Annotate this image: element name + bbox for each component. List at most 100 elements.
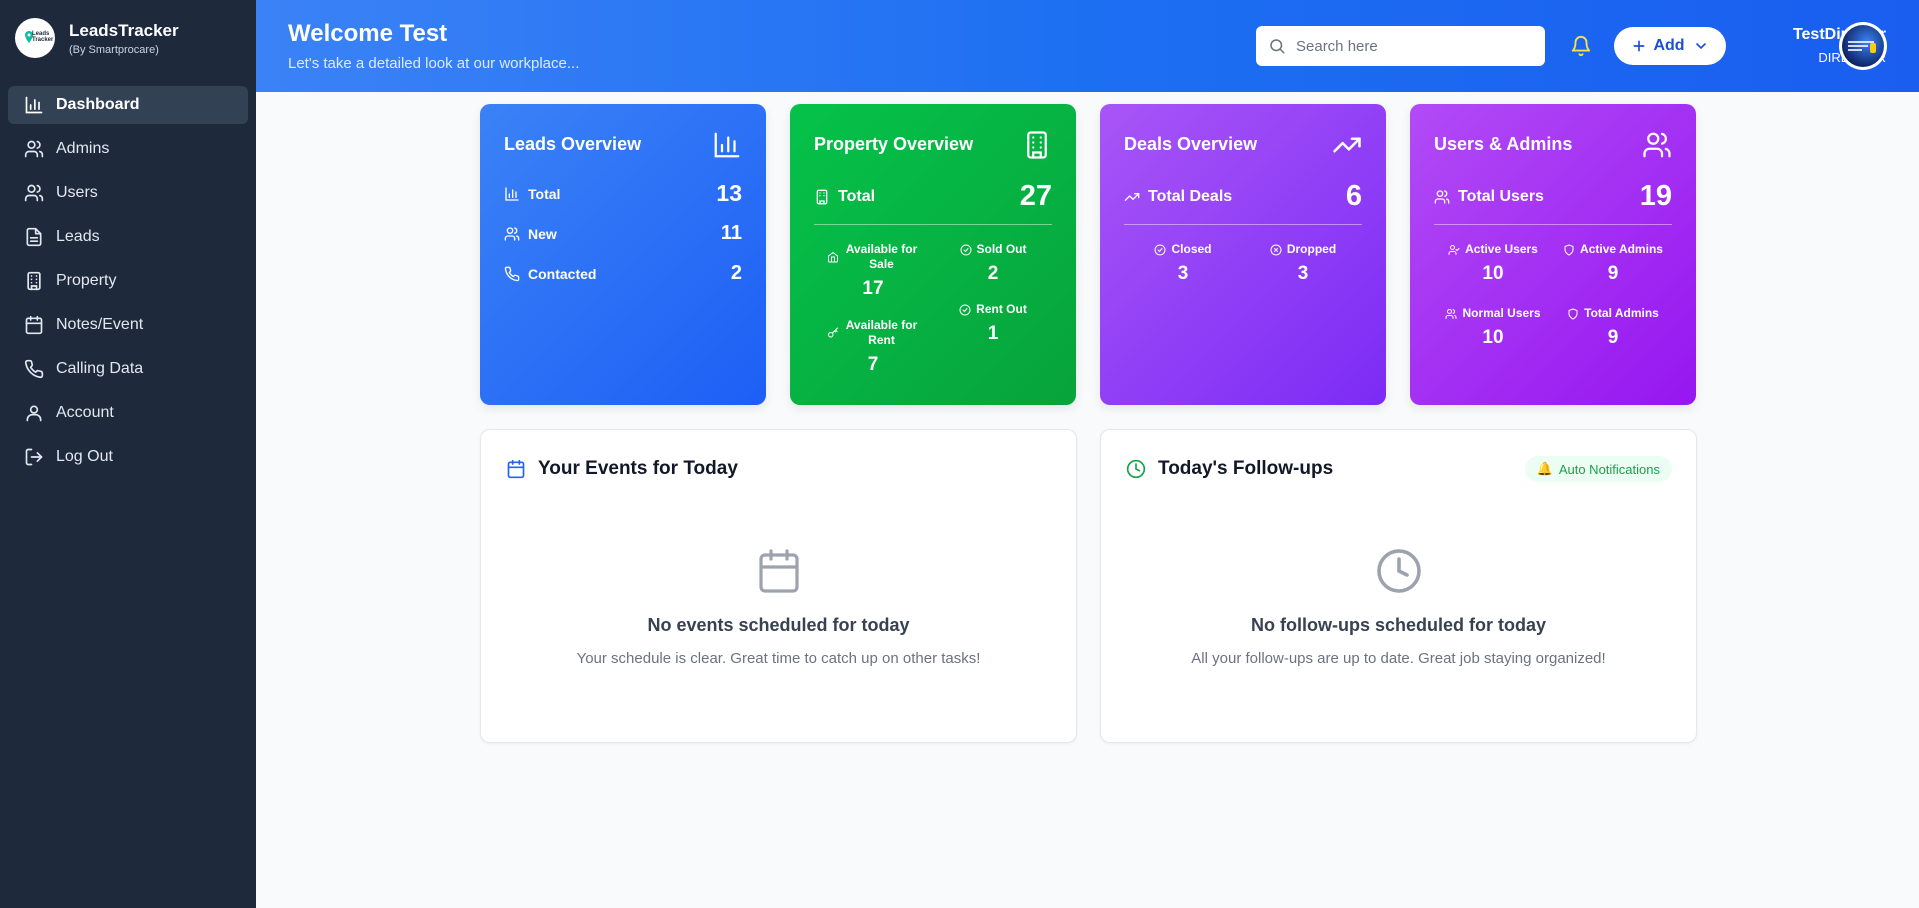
bar-chart-icon <box>714 132 740 158</box>
sidebar-item-label: Users <box>56 184 98 201</box>
x-circle-icon <box>1270 244 1282 255</box>
sidebar-item-notes-event[interactable]: Notes/Event <box>8 306 248 344</box>
sidebar-item-label: Notes/Event <box>56 316 144 333</box>
home-icon <box>827 251 838 263</box>
deals-total-value: 6 <box>1345 180 1362 212</box>
active-admins-value: 9 <box>1607 263 1619 284</box>
card-title: Property Overview <box>814 134 974 154</box>
leads-contacted-label: Contacted <box>528 265 597 282</box>
bell-icon[interactable] <box>1570 35 1592 57</box>
user-icon <box>26 405 42 422</box>
sidebar-item-dashboard[interactable]: Dashboard <box>8 86 248 124</box>
bar-chart-icon <box>505 186 519 201</box>
sidebar-item-account[interactable]: Account <box>8 394 248 432</box>
clock-icon <box>1126 459 1146 479</box>
calendar-empty-icon <box>758 549 799 593</box>
property-sold-label: Sold Out <box>976 242 1027 256</box>
search-input[interactable] <box>1296 37 1536 55</box>
property-total-row: Total 27 <box>814 180 1052 213</box>
sidebar-item-admins[interactable]: Admins <box>8 130 248 168</box>
followups-title: Today's Follow-ups <box>1158 458 1334 479</box>
property-rent-value: 7 <box>867 354 879 375</box>
key-icon <box>827 327 838 338</box>
bell-icon: 🔔 <box>1536 461 1553 476</box>
deals-overview-card[interactable]: Deals Overview Total Deals 6 Closed 3 Dr… <box>1100 104 1386 405</box>
normal-users-label: Normal Users <box>1462 306 1541 320</box>
welcome-title: Welcome Test <box>288 20 448 47</box>
divider <box>814 224 1052 225</box>
building-icon <box>816 189 828 204</box>
add-button-label: Add <box>1653 37 1685 54</box>
normal-users-value: 10 <box>1482 327 1504 348</box>
leads-new-value: 11 <box>720 222 742 244</box>
users-icon <box>24 140 44 158</box>
deals-dropped-label: Dropped <box>1286 242 1337 256</box>
leads-contacted-row: Contacted 2 <box>504 262 742 285</box>
property-overview-card[interactable]: Property Overview Total 27 Available for… <box>790 104 1076 405</box>
sidebar-item-label: Log Out <box>56 448 113 465</box>
property-total-value: 27 <box>1019 180 1052 212</box>
property-sale-cell: Available for Sale 17 <box>814 242 932 300</box>
search-box[interactable] <box>1256 26 1545 66</box>
deals-total-row: Total Deals 6 <box>1124 180 1362 213</box>
auto-notifications-badge[interactable]: 🔔 Auto Notifications <box>1524 456 1672 482</box>
sidebar-item-users[interactable]: Users <box>8 174 248 212</box>
leads-total-label: Total <box>528 185 561 202</box>
active-admins-label: Active Admins <box>1580 242 1663 256</box>
plus-icon <box>1633 40 1645 52</box>
property-rentout-label: Rent Out <box>976 302 1027 316</box>
brand-logo: Leads Tracker <box>15 18 55 58</box>
total-admins-value: 9 <box>1607 327 1619 348</box>
check-circle-icon <box>1154 244 1166 255</box>
normal-users-cell: Normal Users 10 <box>1434 306 1552 349</box>
events-empty-subtitle: Your schedule is clear. Great time to ca… <box>576 650 981 667</box>
sidebar-item-leads[interactable]: Leads <box>8 218 248 256</box>
welcome-subtitle: Let's take a detailed look at our workpl… <box>288 55 580 72</box>
sidebar-item-label: Admins <box>56 140 110 157</box>
leads-new-row: New 11 <box>504 222 742 245</box>
user-check-icon <box>1448 244 1460 255</box>
check-circle-icon <box>959 304 971 315</box>
shield-icon <box>1564 244 1574 255</box>
sidebar-item-label: Dashboard <box>56 96 140 113</box>
events-title: Your Events for Today <box>538 458 738 479</box>
auto-notifications-label: Auto Notifications <box>1558 461 1660 477</box>
sidebar-item-label: Property <box>56 272 117 289</box>
trending-up-icon <box>1333 137 1361 153</box>
card-title: Deals Overview <box>1124 134 1258 154</box>
followups-empty-subtitle: All your follow-ups are up to date. Grea… <box>1191 650 1606 667</box>
card-title: Users & Admins <box>1434 134 1573 154</box>
users-icon <box>1445 308 1457 319</box>
document-icon <box>26 227 42 247</box>
property-sold-value: 2 <box>987 263 999 284</box>
deals-closed-label: Closed <box>1171 242 1212 256</box>
property-sale-value: 17 <box>862 278 884 299</box>
followups-panel: Today's Follow-ups 🔔 Auto Notifications … <box>1100 429 1697 743</box>
chevron-down-icon <box>1695 43 1706 50</box>
avatar[interactable] <box>1839 22 1887 70</box>
deals-dropped-cell: Dropped 3 <box>1244 242 1362 285</box>
total-admins-label: Total Admins <box>1584 306 1659 320</box>
phone-icon <box>504 266 520 281</box>
leads-overview-card[interactable]: Leads Overview Total 13 New 11 Contacted… <box>480 104 766 405</box>
sidebar-item-log-out[interactable]: Log Out <box>8 438 248 476</box>
sidebar-item-property[interactable]: Property <box>8 262 248 300</box>
active-users-cell: Active Users 10 <box>1434 242 1552 285</box>
leads-total-row: Total 13 <box>504 180 742 207</box>
users-total-label: Total Users <box>1458 187 1544 205</box>
property-rent-cell: Available for Rent 7 <box>814 318 932 376</box>
brand[interactable]: Leads Tracker LeadsTracker (By Smartproc… <box>0 0 256 76</box>
add-button[interactable]: Add <box>1614 27 1726 65</box>
building-icon <box>1027 131 1047 159</box>
active-users-label: Active Users <box>1465 242 1538 256</box>
deals-dropped-value: 3 <box>1297 263 1309 284</box>
property-sale-label: Available for Sale <box>845 242 918 271</box>
sidebar-item-calling-data[interactable]: Calling Data <box>8 350 248 388</box>
deals-total-label: Total Deals <box>1148 187 1233 205</box>
sidebar-item-label: Leads <box>56 228 100 245</box>
users-admins-card[interactable]: Users & Admins Total Users 19 Active Use… <box>1410 104 1696 405</box>
leads-total-value: 13 <box>716 180 742 206</box>
users-icon <box>1434 189 1450 204</box>
sidebar: Leads Tracker LeadsTracker (By Smartproc… <box>0 0 256 908</box>
divider <box>1124 224 1362 225</box>
